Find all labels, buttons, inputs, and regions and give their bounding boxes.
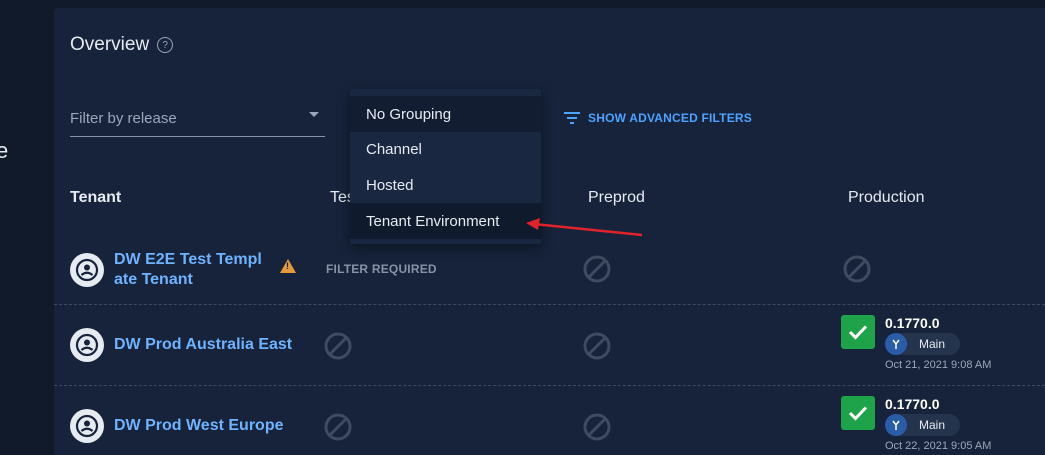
- no-deployment-icon: [583, 255, 611, 283]
- tenant-name-line2: ate Tenant: [114, 271, 193, 288]
- branch-icon: [885, 414, 907, 436]
- success-check-icon: [841, 396, 875, 430]
- table-row: DW Prod West Europe: [70, 409, 284, 443]
- annotation-arrow-icon: [526, 218, 643, 237]
- column-header-tenant: Tenant: [70, 189, 122, 206]
- release-version: 0.1770.0: [885, 315, 940, 331]
- left-sidebar: e: [0, 0, 54, 455]
- channel-chip: Main: [885, 414, 960, 436]
- no-deployment-icon: [843, 255, 871, 283]
- channel-label: Main: [919, 337, 946, 351]
- menu-item-channel[interactable]: Channel: [350, 131, 541, 167]
- warning-icon: [280, 259, 296, 273]
- no-deployment-icon: [583, 332, 611, 360]
- menu-item-hosted[interactable]: Hosted: [350, 167, 541, 203]
- tenant-name-link[interactable]: DW E2E Test Templ ate Tenant: [114, 250, 262, 290]
- no-deployment-icon: [324, 332, 352, 360]
- row-divider: [54, 385, 1045, 386]
- show-advanced-filters-label: SHOW ADVANCED FILTERS: [588, 111, 752, 125]
- sidebar-text-fragment: e: [0, 138, 9, 163]
- tenant-name-link[interactable]: DW Prod Australia East: [114, 335, 292, 355]
- release-version: 0.1770.0: [885, 396, 940, 412]
- tenant-avatar-icon: [70, 409, 104, 443]
- no-deployment-icon: [324, 413, 352, 441]
- success-check-icon: [841, 315, 875, 349]
- menu-item-tenant-environment[interactable]: Tenant Environment: [350, 203, 541, 239]
- chevron-down-icon: [309, 112, 319, 117]
- page-title: Overview ?: [70, 34, 174, 56]
- release-filter-placeholder: Filter by release: [70, 110, 177, 127]
- channel-label: Main: [919, 418, 946, 432]
- menu-item-no-grouping[interactable]: No Grouping: [350, 96, 541, 132]
- show-advanced-filters-button[interactable]: SHOW ADVANCED FILTERS: [564, 111, 752, 125]
- filter-required-label: FILTER REQUIRED: [326, 262, 437, 276]
- tenant-avatar-icon: [70, 253, 104, 287]
- table-row: DW Prod Australia East: [70, 328, 292, 362]
- grouping-dropdown-menu: No Grouping Channel Hosted Tenant Enviro…: [350, 89, 541, 244]
- no-deployment-icon: [583, 413, 611, 441]
- tenant-name-link[interactable]: DW Prod West Europe: [114, 416, 284, 436]
- help-icon[interactable]: ?: [157, 37, 174, 53]
- deployment-date: Oct 22, 2021 9:05 AM: [885, 440, 992, 452]
- table-row: DW E2E Test Templ ate Tenant: [70, 250, 262, 290]
- deployment-date: Oct 21, 2021 9:08 AM: [885, 359, 992, 371]
- branch-icon: [885, 333, 907, 355]
- filter-icon: [564, 112, 580, 124]
- page-title-text: Overview: [70, 34, 150, 55]
- channel-chip: Main: [885, 333, 960, 355]
- column-header-preprod: Preprod: [588, 189, 645, 206]
- release-filter-select[interactable]: Filter by release: [70, 100, 325, 137]
- tenant-name-line1: DW E2E Test Templ: [114, 251, 262, 268]
- tenant-avatar-icon: [70, 328, 104, 362]
- row-divider: [54, 304, 1045, 305]
- column-header-production: Production: [848, 189, 925, 206]
